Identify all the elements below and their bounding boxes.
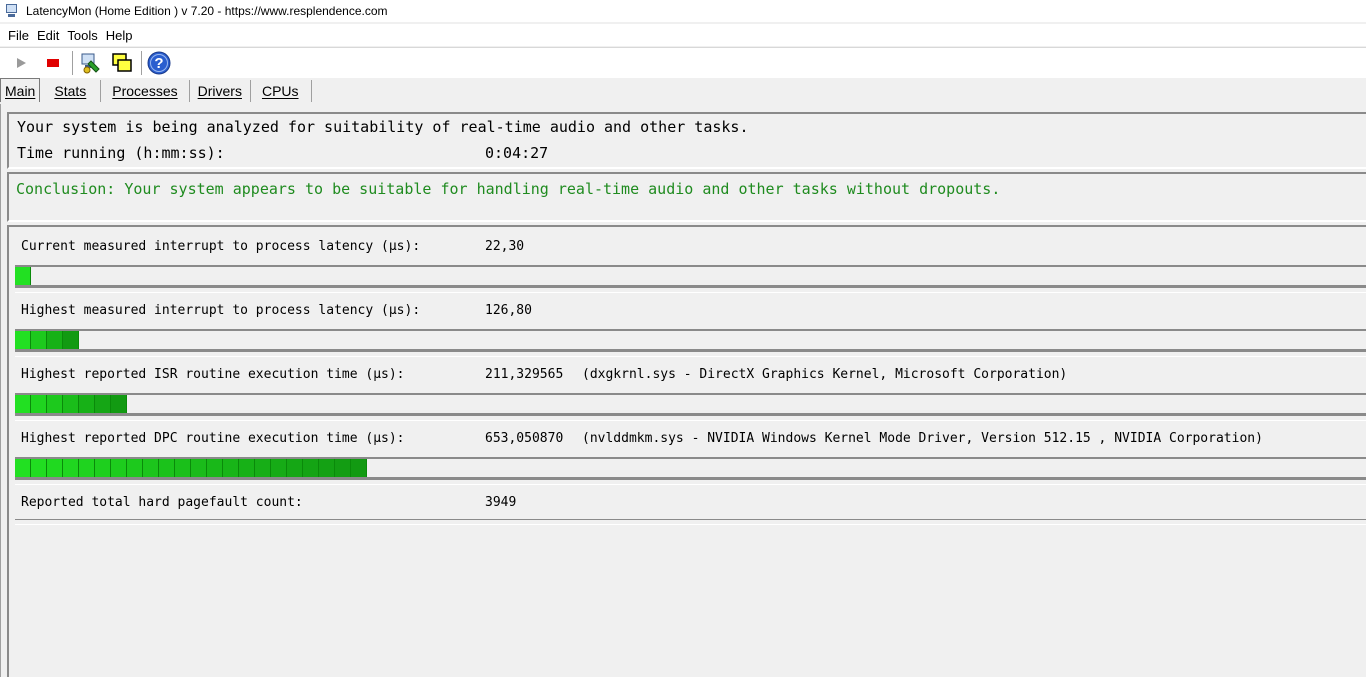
metric-label-pagefault-count: Reported total hard pagefault count: [21, 495, 303, 510]
bar-segment [47, 459, 63, 477]
help-button[interactable]: ? [146, 50, 172, 76]
bar-segment [63, 331, 79, 349]
metric-detail-isr-driver: (dxgkrnl.sys - DirectX Graphics Kernel, … [582, 367, 1068, 382]
bar-segment [271, 459, 287, 477]
metric-value-dpc-time: 653,050870 [485, 431, 564, 446]
bar-segment [319, 459, 335, 477]
metrics-panel: Current measured interrupt to process la… [7, 225, 1366, 677]
bar-segment [127, 459, 143, 477]
conclusion-text: Conclusion: Your system appears to be su… [16, 180, 1001, 198]
bar-segment [31, 395, 47, 413]
bar-segment [111, 395, 127, 413]
bar-segment [79, 395, 95, 413]
windows-button[interactable] [109, 50, 135, 76]
tab-strip: Main Stats Processes Drivers CPUs [0, 78, 1366, 102]
status-panel: Your system is being analyzed for suitab… [7, 112, 1366, 169]
bar-segment [175, 459, 191, 477]
play-icon [17, 58, 26, 68]
bar-highest-latency [15, 329, 1366, 351]
menu-edit[interactable]: Edit [33, 26, 63, 45]
tab-main[interactable]: Main [0, 78, 41, 102]
menu-bar: File Edit Tools Help [0, 24, 1366, 46]
bar-segment [223, 459, 239, 477]
metric-value-current-latency: 22,30 [485, 239, 525, 254]
bar-segment [15, 459, 31, 477]
bar-current-latency [15, 265, 1366, 287]
bar-segment [335, 459, 351, 477]
bar-segment [63, 395, 79, 413]
toolbar: ? [0, 47, 1366, 78]
row-separator [15, 287, 1366, 293]
tab-cpus[interactable]: CPUs [251, 80, 312, 102]
metric-value-isr-time: 211,329565 [485, 367, 564, 382]
bar-segment [239, 459, 255, 477]
bar-fill [15, 267, 31, 285]
toolbar-separator [141, 51, 142, 75]
bar-segment [303, 459, 319, 477]
bar-segment [79, 459, 95, 477]
bar-segment [111, 459, 127, 477]
window-title: LatencyMon (Home Edition ) v 7.20 - http… [26, 4, 388, 18]
stop-icon [47, 59, 59, 67]
bar-segment [63, 459, 79, 477]
stop-button[interactable] [40, 50, 66, 76]
bar-segment [351, 459, 367, 477]
metric-value-highest-latency: 126,80 [485, 303, 532, 318]
bar-segment [95, 395, 111, 413]
menu-file[interactable]: File [4, 26, 33, 45]
bar-fill [15, 459, 367, 477]
row-separator [15, 415, 1366, 421]
bar-fill [15, 331, 79, 349]
drivers-icon [81, 53, 100, 74]
svg-text:?: ? [154, 55, 163, 72]
metric-value-pagefault-count: 3949 [485, 495, 517, 510]
analysis-status-text: Your system is being analyzed for suitab… [17, 118, 749, 136]
bar-segment [143, 459, 159, 477]
bar-fill [15, 395, 127, 413]
menu-help[interactable]: Help [102, 26, 137, 45]
metric-label-current-latency: Current measured interrupt to process la… [21, 239, 421, 254]
title-bar: LatencyMon (Home Edition ) v 7.20 - http… [0, 0, 1366, 22]
latencymon-app-icon [4, 3, 20, 19]
bar-segment [255, 459, 271, 477]
help-icon: ? [147, 51, 171, 75]
bar-isr-time [15, 393, 1366, 415]
bar-segment [287, 459, 303, 477]
bar-segment [159, 459, 175, 477]
bar-segment [207, 459, 223, 477]
bar-dpc-time [15, 457, 1366, 479]
metric-label-isr-time: Highest reported ISR routine execution t… [21, 367, 405, 382]
time-running-value: 0:04:27 [485, 144, 549, 162]
time-running-label: Time running (h:mm:ss): [17, 144, 225, 162]
main-content: Your system is being analyzed for suitab… [0, 104, 1366, 677]
conclusion-panel: Conclusion: Your system appears to be su… [7, 172, 1366, 222]
metric-label-dpc-time: Highest reported DPC routine execution t… [21, 431, 405, 446]
bar-segment [47, 331, 63, 349]
bar-segment [47, 395, 63, 413]
bar-segment [95, 459, 111, 477]
row-separator [15, 351, 1366, 357]
start-button[interactable] [8, 50, 34, 76]
row-separator [15, 479, 1366, 485]
bar-segment [15, 395, 31, 413]
drivers-button[interactable] [77, 50, 103, 76]
bar-segment [15, 331, 31, 349]
metric-detail-dpc-driver: (nvlddmkm.sys - NVIDIA Windows Kernel Mo… [582, 431, 1263, 446]
bar-segment [31, 331, 47, 349]
bar-segment [15, 267, 31, 285]
toolbar-separator [72, 51, 73, 75]
windows-icon [112, 53, 132, 72]
tab-processes[interactable]: Processes [101, 80, 190, 102]
bar-segment [31, 459, 47, 477]
tab-stats[interactable]: Stats [40, 80, 102, 102]
tab-drivers[interactable]: Drivers [190, 80, 251, 102]
menu-tools[interactable]: Tools [63, 26, 101, 45]
row-separator [15, 519, 1366, 525]
metric-label-highest-latency: Highest measured interrupt to process la… [21, 303, 421, 318]
bar-segment [191, 459, 207, 477]
